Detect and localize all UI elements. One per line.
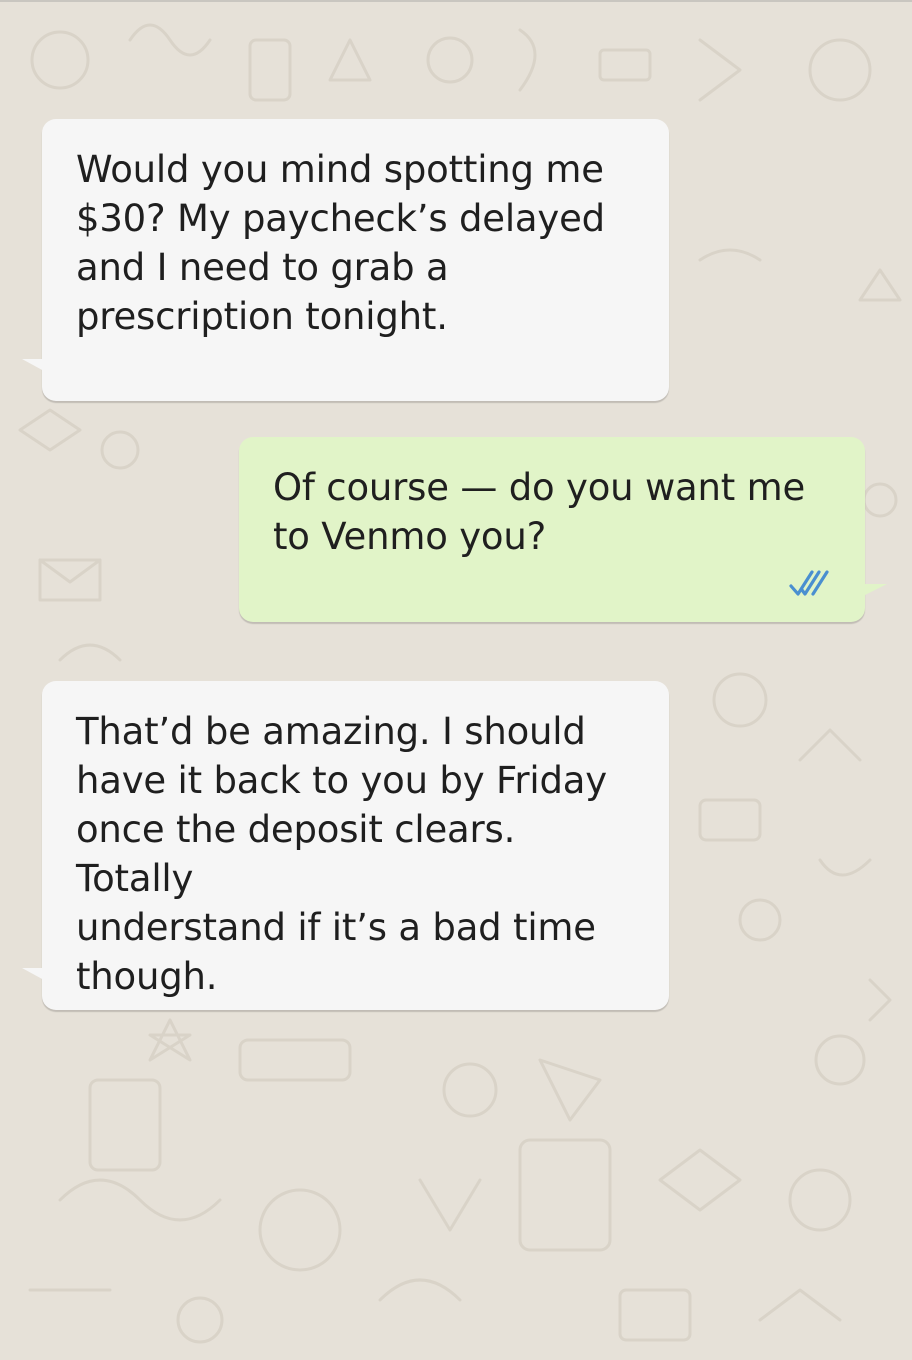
bubble-tail bbox=[22, 359, 44, 371]
bubble-tail bbox=[863, 584, 887, 596]
message-bubble-outgoing[interactable]: Of course — do you want me to Venmo you? bbox=[239, 437, 887, 622]
message-text: Would you mind spotting me $30? My paych… bbox=[76, 148, 605, 338]
message-text: That’d be amazing. I should have it back… bbox=[76, 710, 607, 998]
message-bubble-incoming[interactable]: Would you mind spotting me $30? My paych… bbox=[22, 119, 669, 401]
double-check-read-icon bbox=[789, 570, 829, 596]
message-text: Of course — do you want me to Venmo you? bbox=[273, 466, 806, 558]
bubble-tail bbox=[22, 968, 44, 980]
top-divider bbox=[0, 0, 912, 2]
chat-window: Would you mind spotting me $30? My paych… bbox=[0, 0, 912, 1360]
message-bubble-incoming[interactable]: That’d be amazing. I should have it back… bbox=[22, 681, 669, 1010]
